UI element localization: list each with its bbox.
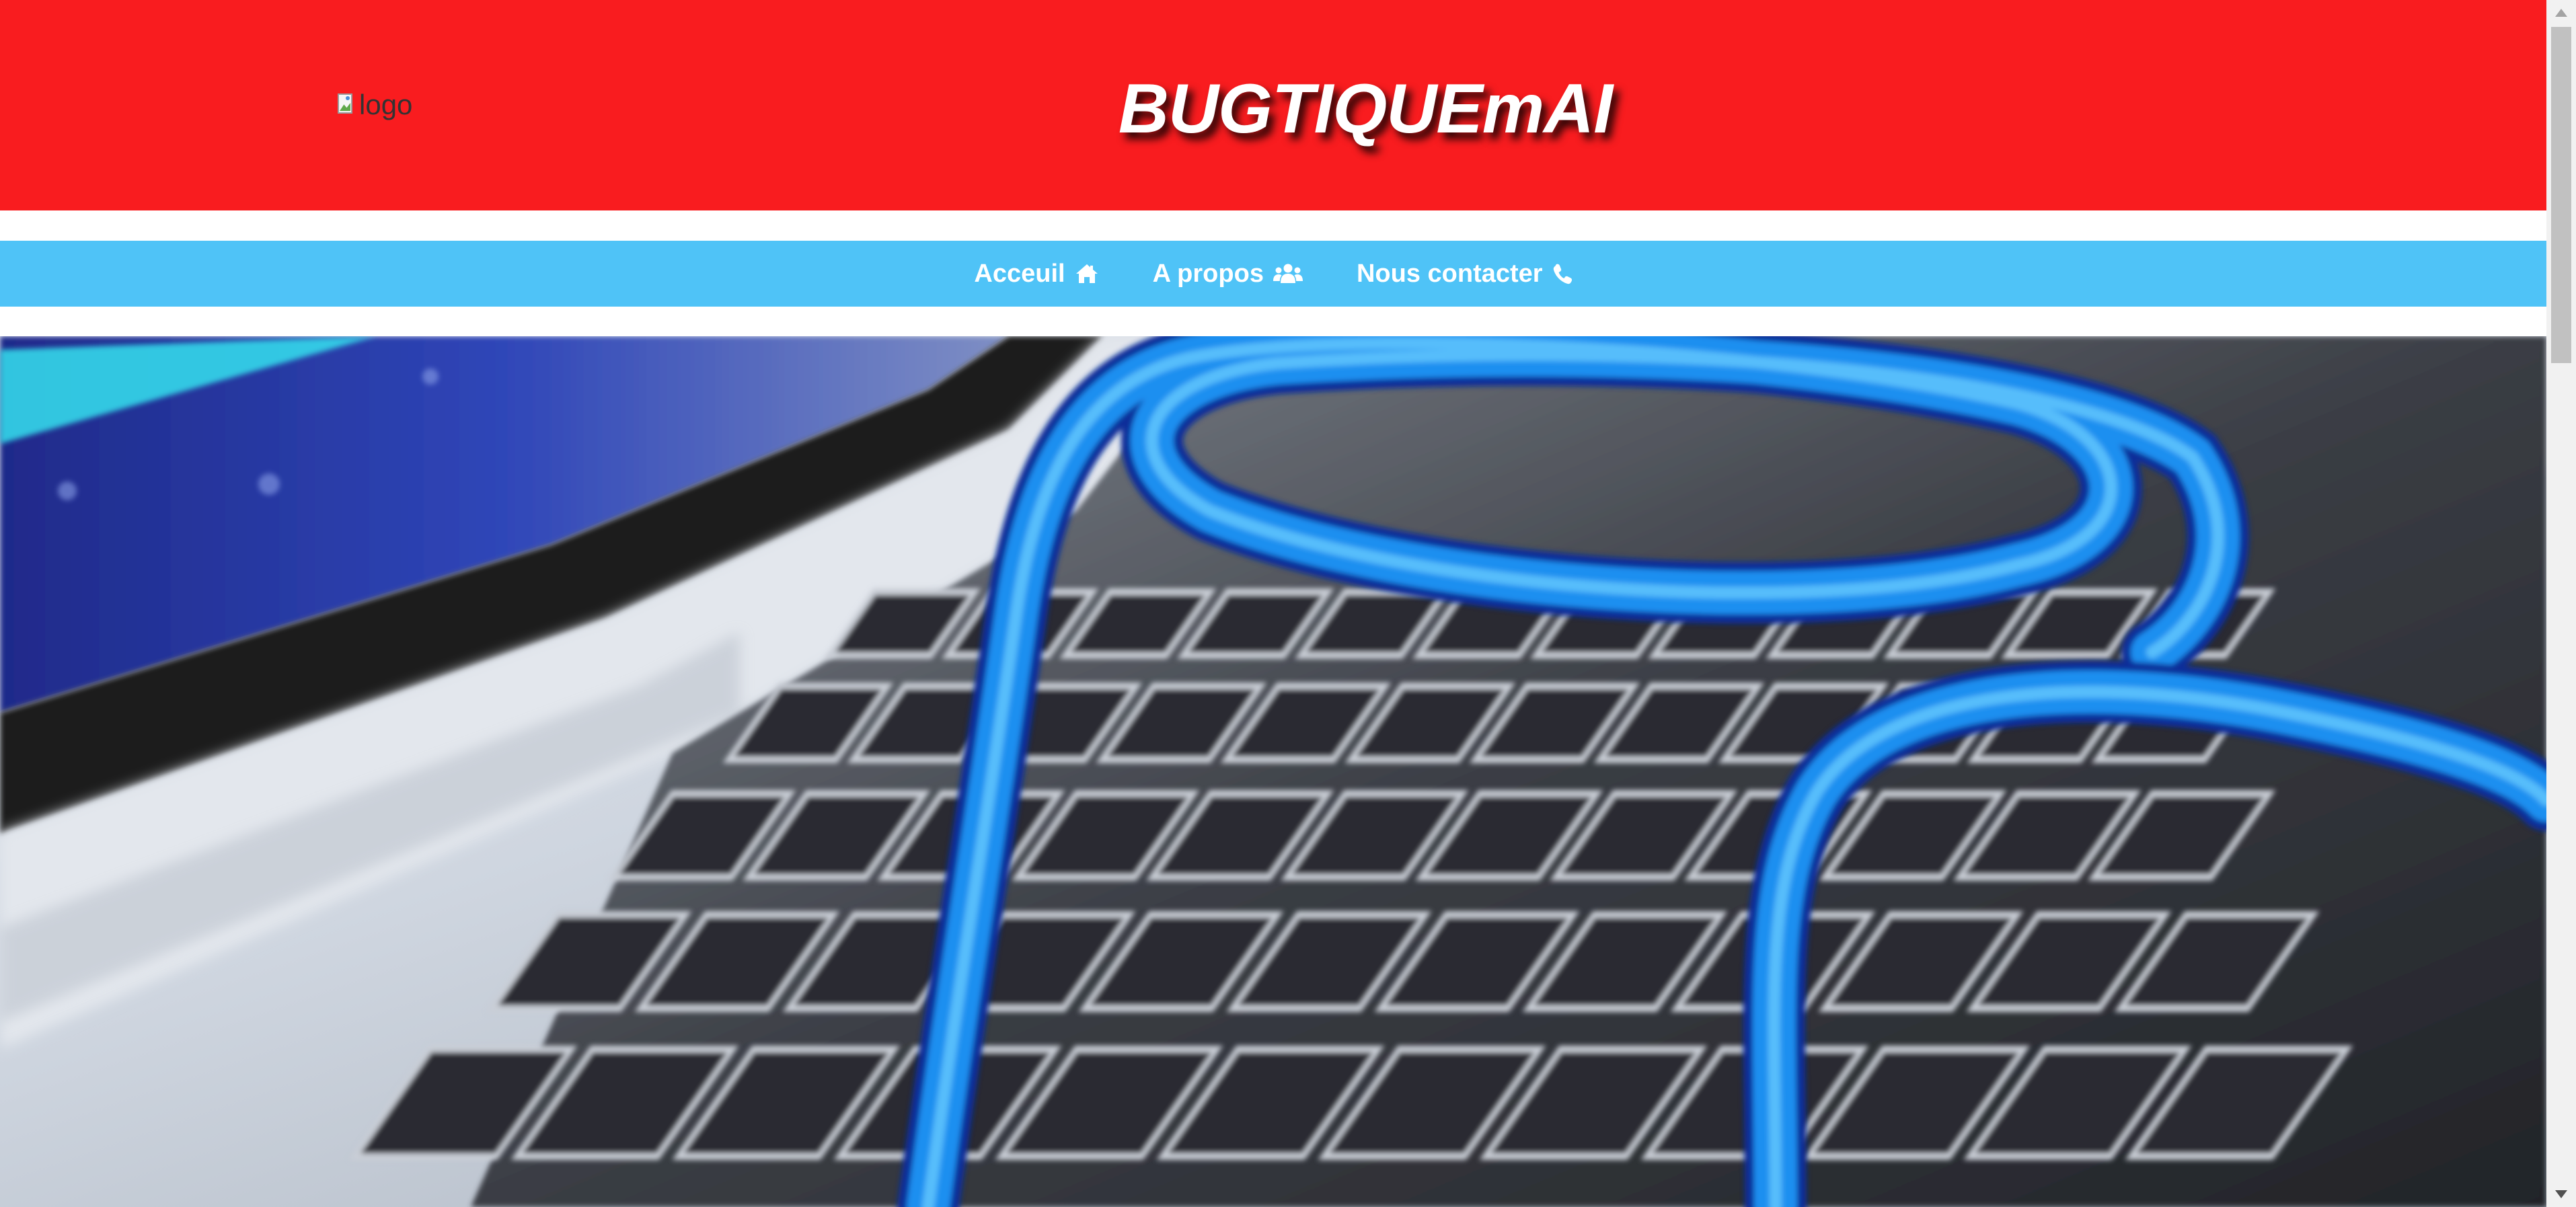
- page: logo BUGTIQUEmAI Acceuil A propos Nous c…: [0, 0, 2546, 1207]
- nav-link-acceuil[interactable]: Acceuil: [974, 260, 1098, 288]
- triangle-down-icon: [2555, 1190, 2567, 1198]
- vertical-scrollbar[interactable]: [2546, 0, 2576, 1207]
- phone-icon: [1553, 264, 1572, 284]
- main-navbar: Acceuil A propos Nous contacter: [0, 241, 2546, 307]
- site-header: logo BUGTIQUEmAI: [0, 0, 2546, 210]
- nav-link-nous-contacter[interactable]: Nous contacter: [1357, 260, 1573, 288]
- home-icon: [1075, 264, 1098, 283]
- site-title: BUGTIQUEmAI: [1118, 70, 1613, 148]
- scroll-thumb[interactable]: [2551, 27, 2571, 363]
- nav-link-label: Acceuil: [974, 259, 1065, 288]
- triangle-up-icon: [2555, 9, 2567, 17]
- laptop-keyboard-network-cable-photo: [0, 336, 2546, 1207]
- scroll-up-button[interactable]: [2546, 0, 2576, 26]
- scroll-down-button[interactable]: [2546, 1181, 2576, 1207]
- nav-link-a-propos[interactable]: A propos: [1153, 260, 1303, 288]
- nav-link-label: A propos: [1152, 259, 1264, 288]
- users-icon: [1273, 264, 1303, 283]
- nav-link-label: Nous contacter: [1356, 259, 1543, 288]
- hero-image: [0, 336, 2546, 1207]
